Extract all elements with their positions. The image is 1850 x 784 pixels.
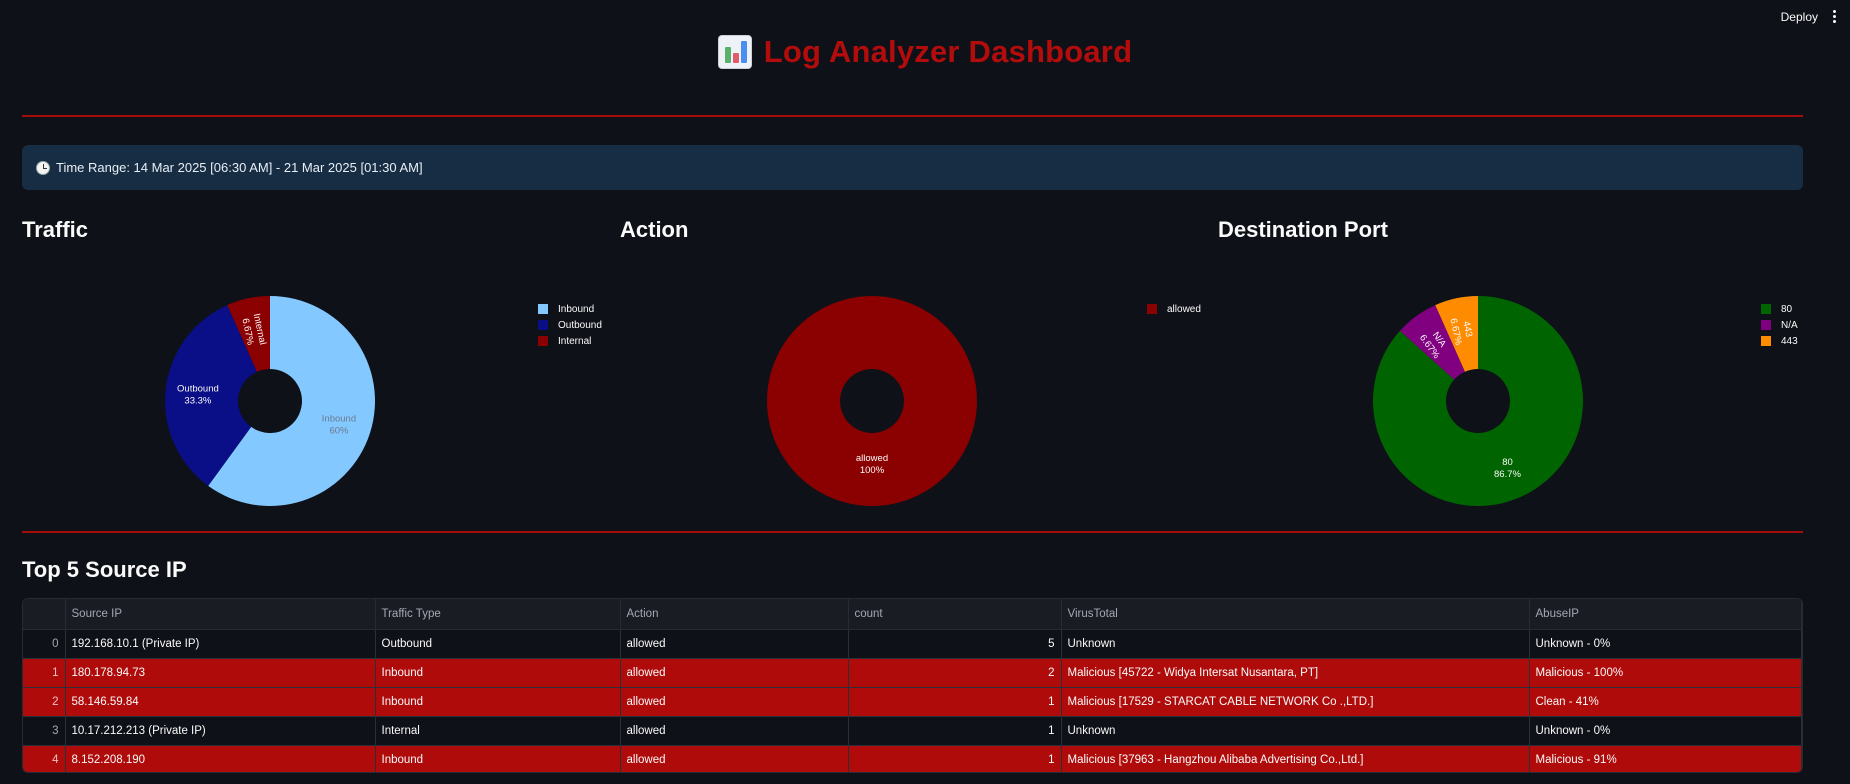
legend-swatch [538, 304, 548, 314]
top-ips-heading: Top 5 Source IP [22, 557, 187, 582]
row-index[interactable]: 3 [23, 716, 66, 746]
action-cell[interactable]: allowed [620, 687, 849, 717]
action-cell[interactable]: allowed [620, 629, 849, 659]
table-row[interactable]: 2 58.146.59.84 Inbound allowed 1 Malicious [1… [23, 687, 1802, 717]
legend-label: 443 [1781, 335, 1798, 347]
legend-label: Inbound [558, 303, 595, 315]
traffic-type-cell[interactable]: Inbound [375, 658, 621, 688]
table-row[interactable]: 1 180.178.94.73 Inbound allowed 2 Malicious [… [23, 658, 1802, 688]
source-ip-cell[interactable]: 58.146.59.84 [65, 687, 376, 717]
count-cell[interactable]: 1 [848, 687, 1062, 717]
traffic-pie-chart[interactable]: Inbound60%Outbound33.3%Internal6.67% [164, 296, 375, 506]
col-header-virustotal[interactable]: VirusTotal [1061, 599, 1530, 630]
slice-label-category: allowed [856, 453, 888, 464]
traffic-legend: Inbound Outbound Internal [538, 301, 602, 349]
count-cell[interactable]: 1 [848, 745, 1062, 772]
abuseip-cell[interactable]: Unknown - 0% [1529, 716, 1802, 746]
abuseip-cell[interactable]: Clean - 41% [1529, 687, 1802, 717]
traffic-type-cell[interactable]: Inbound [375, 687, 621, 717]
port-heading: Destination Port [1218, 217, 1388, 242]
legend-item[interactable]: Internal [538, 333, 602, 349]
traffic-type-cell[interactable]: Internal [375, 716, 621, 746]
row-index[interactable]: 0 [23, 629, 66, 659]
source-ip-cell[interactable]: 10.17.212.213 (Private IP) [65, 716, 376, 746]
legend-swatch [1147, 304, 1157, 314]
slice-label: allowed100% [856, 453, 888, 476]
legend-label: 80 [1781, 303, 1793, 315]
traffic-heading: Traffic [22, 217, 89, 242]
slice-label-percent: 33.3% [184, 395, 211, 406]
divider-middle [22, 531, 1803, 533]
virustotal-cell[interactable]: Malicious [17529 - STARCAT CABLE NETWORK… [1061, 687, 1530, 717]
bar-chart-icon [717, 35, 752, 69]
action-pie-chart[interactable]: allowed100% [766, 296, 977, 506]
legend-label: N/A [1781, 319, 1798, 331]
legend-label: allowed [1167, 303, 1201, 315]
time-range-text: Time Range: 14 Mar 2025 [06:30 AM] - 21 … [56, 160, 423, 175]
legend-swatch [1761, 336, 1771, 346]
row-index[interactable]: 1 [23, 658, 66, 688]
legend-swatch [538, 320, 548, 330]
legend-item[interactable]: 80 [1761, 301, 1798, 317]
action-legend: allowed [1147, 301, 1201, 317]
legend-swatch [1761, 304, 1771, 314]
deploy-button[interactable]: Deploy [1781, 10, 1818, 24]
legend-swatch [1761, 320, 1771, 330]
port-pie-chart[interactable]: 8086.7%N/A6.67%4436.67% [1373, 296, 1583, 506]
table-header-row: Source IP Traffic Type Action count Viru… [23, 599, 1802, 630]
legend-item[interactable]: Inbound [538, 301, 602, 317]
col-header-abuseip[interactable]: AbuseIP [1529, 599, 1802, 630]
col-header-index[interactable] [23, 599, 66, 630]
col-header-count[interactable]: count [848, 599, 1062, 630]
legend-item[interactable]: N/A [1761, 317, 1798, 333]
col-header-source-ip[interactable]: Source IP [65, 599, 376, 630]
table-row[interactable]: 0 192.168.10.1 (Private IP) Outbound allowe… [23, 629, 1802, 659]
legend-label: Internal [558, 335, 592, 347]
count-cell[interactable]: 5 [848, 629, 1062, 659]
slice-label-category: Inbound [322, 413, 356, 424]
action-cell[interactable]: allowed [620, 716, 849, 746]
vertical-ellipsis-icon[interactable] [1826, 6, 1842, 26]
title-bar: Log Analyzer Dashboard [0, 34, 1850, 70]
traffic-type-cell[interactable]: Outbound [375, 629, 621, 659]
action-cell[interactable]: allowed [620, 745, 849, 772]
virustotal-cell[interactable]: Malicious [37963 - Hangzhou Alibaba Adve… [1061, 745, 1530, 772]
count-cell[interactable]: 1 [848, 716, 1062, 746]
table-row[interactable]: 3 10.17.212.213 (Private IP) Internal allow… [23, 716, 1802, 746]
col-header-action[interactable]: Action [620, 599, 849, 630]
slice-label-category: Outbound [177, 383, 219, 394]
slice-label-percent: 60% [329, 425, 349, 436]
source-ip-cell[interactable]: 192.168.10.1 (Private IP) [65, 629, 376, 659]
table-row[interactable]: 4 8.152.208.190 Inbound allowed 1 Malicious [… [23, 745, 1802, 772]
virustotal-cell[interactable]: Unknown [1061, 629, 1530, 659]
time-range-banner: Time Range: 14 Mar 2025 [06:30 AM] - 21 … [22, 145, 1803, 190]
slice-label-percent: 86.7% [1494, 469, 1521, 480]
legend-item[interactable]: allowed [1147, 301, 1201, 317]
abuseip-cell[interactable]: Malicious - 91% [1529, 745, 1802, 772]
slice-label-percent: 100% [860, 465, 885, 476]
page-title: Log Analyzer Dashboard [763, 34, 1133, 69]
top-ips-table[interactable]: Source IP Traffic Type Action count Viru… [22, 598, 1803, 773]
action-heading: Action [620, 217, 689, 242]
action-cell[interactable]: allowed [620, 658, 849, 688]
row-index[interactable]: 4 [23, 745, 66, 772]
virustotal-cell[interactable]: Malicious [45722 - Widya Intersat Nusant… [1061, 658, 1530, 688]
abuseip-cell[interactable]: Malicious - 100% [1529, 658, 1802, 688]
legend-item[interactable]: Outbound [538, 317, 602, 333]
legend-item[interactable]: 443 [1761, 333, 1798, 349]
slice-label-category: 80 [1502, 457, 1513, 468]
col-header-traffic-type[interactable]: Traffic Type [375, 599, 621, 630]
traffic-type-cell[interactable]: Inbound [375, 745, 621, 772]
divider-top [22, 115, 1803, 117]
port-legend: 80 N/A 443 [1761, 301, 1798, 349]
clock-icon [36, 160, 50, 175]
source-ip-cell[interactable]: 180.178.94.73 [65, 658, 376, 688]
count-cell[interactable]: 2 [848, 658, 1062, 688]
virustotal-cell[interactable]: Unknown [1061, 716, 1530, 746]
legend-label: Outbound [558, 319, 602, 331]
source-ip-cell[interactable]: 8.152.208.190 [65, 745, 376, 772]
legend-swatch [538, 336, 548, 346]
row-index[interactable]: 2 [23, 687, 66, 717]
abuseip-cell[interactable]: Unknown - 0% [1529, 629, 1802, 659]
